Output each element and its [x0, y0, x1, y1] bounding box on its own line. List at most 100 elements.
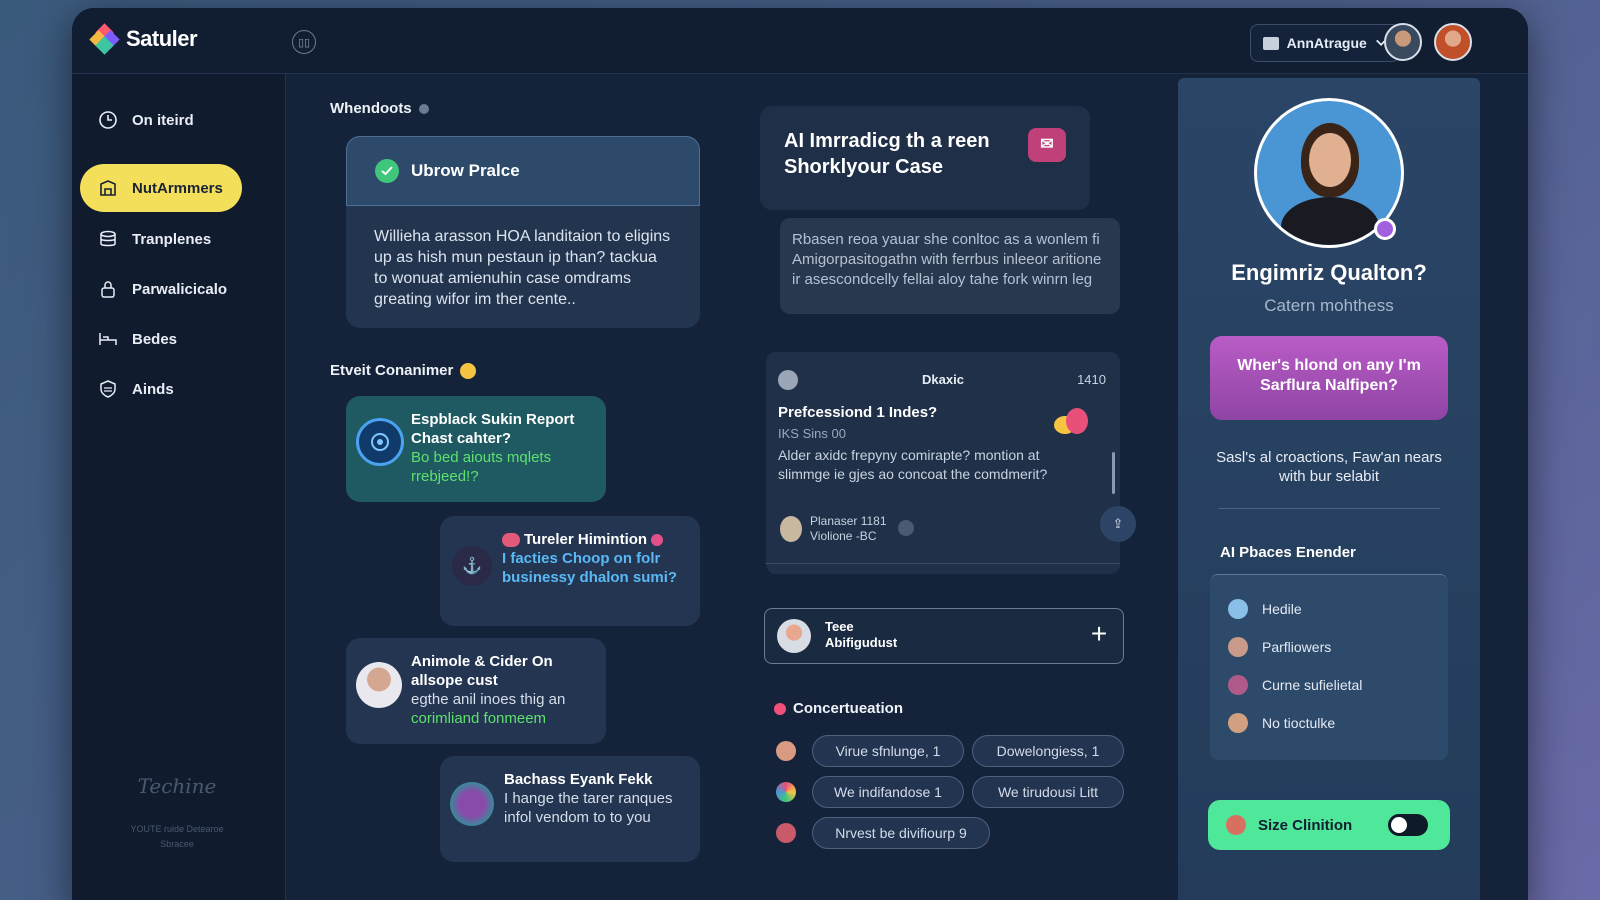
detail-body: Alder axidc frepyny comirapte? montion a… [778, 447, 1048, 482]
add-member-row[interactable]: Teee Abifigudust + [764, 608, 1124, 664]
detail-footer-line: Violione -BC [810, 529, 877, 543]
featured-card[interactable]: Ubrow Pralce Willieha arasson HOA landit… [346, 136, 700, 328]
user-avatar-2[interactable] [1434, 23, 1472, 61]
section-whendoots: Whendoots [330, 100, 429, 117]
list-item[interactable]: Hedile [1228, 599, 1302, 619]
suggestion-chip[interactable]: We tirudousi Litt [972, 776, 1124, 808]
ai-headline-card[interactable]: AI Imrradicg th a reen Shorklyour Case ✉ [760, 106, 1090, 210]
emoji-reaction-icon[interactable] [1054, 408, 1088, 438]
user-avatar-icon: ⚓ [452, 546, 492, 586]
message-title: Animole & Cider On allsope cust [411, 653, 553, 689]
clock-icon [98, 110, 118, 130]
avatar [450, 782, 494, 826]
sidebar-item-label: NutArmmers [132, 179, 223, 197]
detail-header-value: 1410 [1077, 372, 1106, 387]
share-icon[interactable]: ⇪ [1100, 506, 1136, 542]
list-item-label: Parfliowers [1262, 639, 1332, 655]
message-title: Tureler Himintion [524, 531, 648, 548]
stack-icon [98, 229, 118, 249]
avatar [1228, 599, 1248, 619]
suggestion-chip[interactable]: Nrvest be divifiourp 9 [812, 817, 990, 849]
building-icon [98, 178, 118, 198]
message-card[interactable]: Espblack Sukin Report Chast cahter? Bo b… [346, 396, 606, 502]
online-status-icon [1374, 218, 1396, 240]
sidebar-item-label: Ainds [132, 380, 174, 398]
suggestion-chip[interactable]: We indifandose 1 [812, 776, 964, 808]
toggle-label: Size Clinition [1258, 816, 1353, 834]
list-item[interactable]: No tioctulke [1228, 713, 1335, 733]
badge-icon [651, 533, 664, 546]
message-title: Espblack Sukin Report Chast cahter? [411, 411, 575, 447]
sidebar-item-label: Bedes [132, 330, 178, 348]
list-item[interactable]: Parfliowers [1228, 637, 1331, 657]
detail-footer-line: Planaser 1181 [810, 514, 887, 528]
add-row-text: Teee Abifigudust [825, 619, 897, 651]
emoji-icon [502, 532, 520, 547]
add-row-line: Teee [825, 619, 854, 634]
account-dropdown[interactable]: AnnAtrague [1250, 24, 1400, 62]
divider [766, 563, 1120, 564]
sidebar-item-label: Parwalicicalo [132, 280, 228, 298]
sidebar-item-tranplenes[interactable]: Tranplenes [80, 215, 242, 263]
app-logo[interactable]: Satuler [89, 23, 198, 55]
profile-panel: Engimriz Qualton? Catern mohthess Wher's… [1178, 78, 1480, 900]
shield-icon [98, 379, 118, 399]
add-row-line: Abifigudust [825, 635, 898, 650]
featured-card-header: Ubrow Pralce [346, 136, 700, 206]
watermark-sub-2: Sbracee [160, 839, 194, 849]
size-toggle-bar[interactable]: Size Clinition [1208, 800, 1450, 850]
suggestion-chip[interactable]: Dowelongiess, 1 [972, 735, 1124, 767]
sidebar-item-ainds[interactable]: Ainds [80, 365, 242, 413]
message-card[interactable]: Animole & Cider On allsope cust egthe an… [346, 638, 606, 744]
detail-subtitle: IKS Sins 00 [778, 426, 846, 441]
avatar [776, 782, 796, 802]
coin-icon [460, 362, 477, 379]
suggestion-chip[interactable]: Virue sfnlunge, 1 [812, 735, 964, 767]
scrollbar[interactable] [1112, 452, 1115, 494]
watermark-title: Techine [137, 774, 217, 798]
featured-card-body: Willieha arasson HOA landitaion to eligi… [374, 228, 671, 308]
sidebar-item-label: On iteird [132, 111, 194, 129]
globe-icon [778, 370, 798, 390]
bed-icon [98, 329, 118, 349]
detail-card[interactable]: Dkaxic 1410 Prefcessiond 1 Indes? IKS Si… [766, 352, 1136, 574]
chat-badge-icon[interactable]: ✉ [1028, 128, 1066, 162]
toggle-switch[interactable] [1388, 814, 1428, 836]
message-text: egthe anil inoes thig an [411, 691, 566, 708]
message-accent: I facties Choop on folr businessy dhalon… [502, 550, 678, 586]
avatar [1228, 637, 1248, 657]
ai-summary: Rbasen reoa yauar she conltoc as a wonle… [780, 218, 1120, 314]
message-title-row: Tureler Himintion [502, 530, 696, 549]
account-label: AnnAtrague [1286, 35, 1367, 51]
message-title: Bachass Eyank Fekk [504, 771, 653, 788]
verified-icon [898, 520, 914, 536]
detail-title: Prefcessiond 1 Indes? [778, 404, 938, 421]
app-window: Satuler ▯▯ AnnAtrague On iteird NutArmme… [72, 8, 1528, 900]
ai-list: Hedile Parfliowers Curne sufielietal No … [1210, 574, 1448, 760]
logo-icon [89, 23, 120, 55]
panel-toggle-icon[interactable]: ▯▯ [292, 30, 316, 54]
user-avatar-1[interactable] [1384, 23, 1422, 61]
sidebar: On iteird NutArmmers Tranplenes Parwalic… [72, 74, 286, 900]
plus-icon[interactable]: + [1085, 620, 1113, 649]
ai-list-title: AI Pbaces Enender [1220, 544, 1356, 561]
sidebar-item-nutarmmers[interactable]: NutArmmers [80, 164, 242, 212]
message-card[interactable]: Bachass Eyank Fekk I hange the tarer ran… [440, 756, 700, 862]
profile-cta-button[interactable]: Wher's hlond on any I'm Sarflura Nalfipe… [1210, 336, 1448, 420]
profile-note: Sasl's al croactions, Faw'an nears with … [1216, 449, 1442, 485]
section-concertueation: Concertueation [774, 700, 903, 717]
message-card[interactable]: ⚓ Tureler Himintion I facties Choop on f… [440, 516, 700, 626]
sidebar-item-parwalicicalo[interactable]: Parwalicicalo [80, 265, 242, 313]
list-item-label: Hedile [1262, 601, 1302, 617]
top-bar: Satuler ▯▯ AnnAtrague [72, 8, 1528, 74]
avatar [1228, 675, 1248, 695]
section-title: Whendoots [330, 100, 412, 117]
info-icon [418, 103, 429, 114]
sidebar-item-on-iteird[interactable]: On iteird [80, 96, 242, 144]
list-item[interactable]: Curne sufielietal [1228, 675, 1362, 695]
sidebar-item-bedes[interactable]: Bedes [80, 315, 242, 363]
message-accent: Bo bed aiouts mqlets rrebjeed!? [411, 449, 552, 485]
avatar [777, 619, 811, 653]
detail-header-label: Dkaxic [922, 372, 964, 387]
app-name: Satuler [126, 26, 198, 51]
